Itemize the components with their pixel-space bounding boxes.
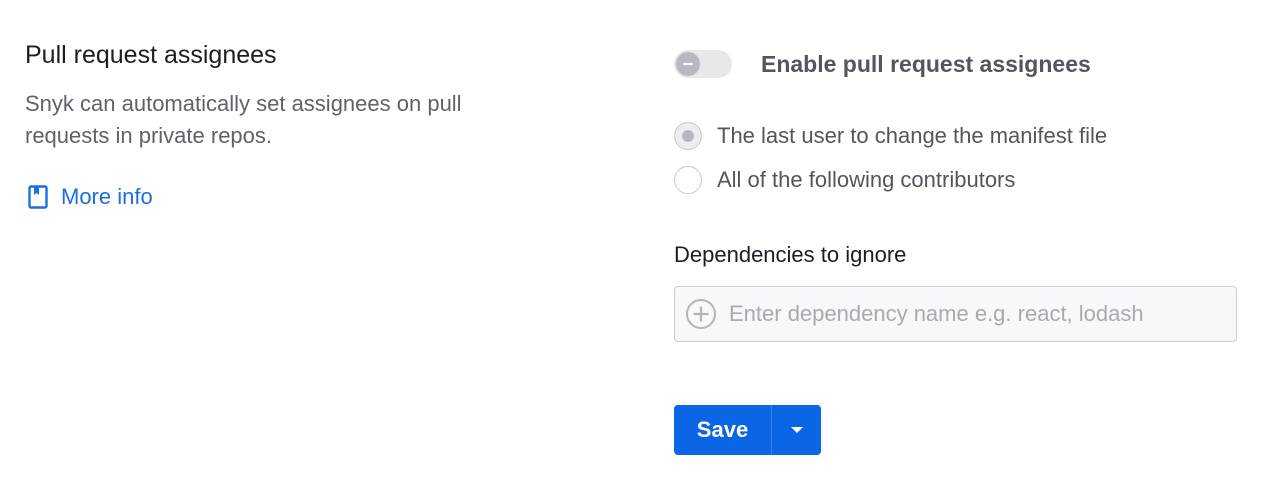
toggle-knob <box>676 52 700 76</box>
radio-label: The last user to change the manifest fil… <box>717 123 1108 148</box>
save-options-dropdown[interactable] <box>772 405 821 455</box>
assignee-radio-group: The last user to change the manifest fil… <box>674 118 1244 198</box>
radio-all-contributors[interactable]: All of the following contributors <box>674 162 1244 198</box>
radio-button-checked[interactable] <box>674 122 702 150</box>
caret-down-icon <box>790 427 803 433</box>
save-button-group: Save <box>674 405 821 455</box>
radio-button[interactable] <box>674 166 702 194</box>
more-info-link[interactable]: More info <box>25 182 565 212</box>
dependencies-label: Dependencies to ignore <box>674 242 907 267</box>
radio-label: All of the following contributors <box>717 167 1016 192</box>
enable-toggle-row: Enable pull request assignees <box>674 46 1244 82</box>
settings-panel: Pull request assignees Snyk can automati… <box>0 0 1274 492</box>
radio-dot <box>682 130 694 142</box>
section-controls: Enable pull request assignees The last u… <box>674 46 1244 342</box>
radio-last-user[interactable]: The last user to change the manifest fil… <box>674 118 1244 154</box>
enable-assignees-toggle[interactable] <box>674 50 732 78</box>
more-info-label: More info <box>61 184 153 209</box>
book-icon <box>25 184 51 210</box>
dependency-input-wrapper[interactable] <box>674 286 1237 342</box>
save-button[interactable]: Save <box>674 405 771 455</box>
section-info: Pull request assignees Snyk can automati… <box>25 38 565 212</box>
add-circle-icon[interactable] <box>685 298 717 330</box>
section-title: Pull request assignees <box>25 41 277 69</box>
toggle-label: Enable pull request assignees <box>761 50 1091 77</box>
minus-icon <box>683 63 693 65</box>
section-description: Snyk can automatically set assignees on … <box>25 91 462 148</box>
dependency-input[interactable] <box>729 301 1229 327</box>
